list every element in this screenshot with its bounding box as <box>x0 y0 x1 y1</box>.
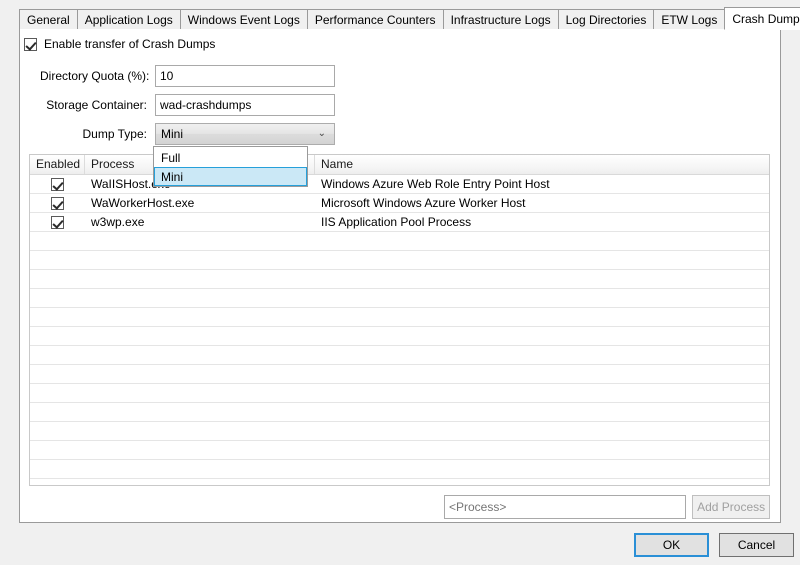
table-row-empty <box>30 251 769 270</box>
table-row-empty <box>30 327 769 346</box>
row-process-cell: w3wp.exe <box>85 213 315 231</box>
process-list-view[interactable]: EnabledProcessName WaIISHost.exeWindows … <box>29 154 770 486</box>
row-name-cell: Windows Azure Web Role Entry Point Host <box>315 175 769 193</box>
column-header-enabled[interactable]: Enabled <box>30 155 85 174</box>
process-name-input[interactable] <box>444 495 686 519</box>
tab-performance-counters[interactable]: Performance Counters <box>307 9 444 29</box>
table-row[interactable]: w3wp.exeIIS Application Pool Process <box>30 213 769 232</box>
tab-application-logs[interactable]: Application Logs <box>77 9 181 29</box>
table-row-empty <box>30 441 769 460</box>
tab-windows-event-logs[interactable]: Windows Event Logs <box>180 9 308 29</box>
process-table-body: WaIISHost.exeWindows Azure Web Role Entr… <box>30 175 769 486</box>
directory-quota-input[interactable] <box>155 65 335 87</box>
row-enabled-cell <box>30 175 85 193</box>
table-row-empty <box>30 270 769 289</box>
table-row-empty <box>30 232 769 251</box>
row-enabled-checkbox[interactable] <box>51 216 64 229</box>
row-process-cell: WaWorkerHost.exe <box>85 194 315 212</box>
dump-type-label: Dump Type: <box>40 127 155 141</box>
tab-log-directories[interactable]: Log Directories <box>558 9 655 29</box>
dump-type-combobox[interactable]: Mini ⌄ <box>155 123 335 145</box>
dump-type-row: Dump Type: Mini ⌄ <box>40 123 335 145</box>
dropdown-option-mini[interactable]: Mini <box>154 167 307 186</box>
dialog-button-bar: OK Cancel <box>634 533 800 557</box>
tab-panel-crash-dumps: Enable transfer of Crash Dumps Directory… <box>19 28 781 523</box>
directory-quota-label: Directory Quota (%): <box>40 69 155 83</box>
dropdown-option-full[interactable]: Full <box>154 148 307 167</box>
table-row-empty <box>30 460 769 479</box>
table-row-empty <box>30 308 769 327</box>
storage-container-row: Storage Container: <box>40 94 335 116</box>
table-row-empty <box>30 403 769 422</box>
tab-general[interactable]: General <box>19 9 78 29</box>
table-row-empty <box>30 422 769 441</box>
tab-strip: GeneralApplication LogsWindows Event Log… <box>19 6 781 29</box>
enable-crash-dumps-label: Enable transfer of Crash Dumps <box>44 37 215 51</box>
storage-container-input[interactable] <box>155 94 335 116</box>
table-row-empty <box>30 346 769 365</box>
tab-infrastructure-logs[interactable]: Infrastructure Logs <box>443 9 559 29</box>
process-table-header: EnabledProcessName <box>30 155 769 175</box>
enable-crash-dumps-row[interactable]: Enable transfer of Crash Dumps <box>24 37 215 51</box>
dump-type-dropdown-list[interactable]: FullMini <box>153 146 308 187</box>
dump-type-value: Mini <box>161 127 183 141</box>
row-enabled-cell <box>30 213 85 231</box>
row-enabled-checkbox[interactable] <box>51 178 64 191</box>
add-process-button[interactable]: Add Process <box>692 495 770 519</box>
tab-etw-logs[interactable]: ETW Logs <box>653 9 725 29</box>
chevron-down-icon: ⌄ <box>318 124 326 146</box>
table-row-empty <box>30 479 769 486</box>
enable-crash-dumps-checkbox[interactable] <box>24 38 37 51</box>
table-row-empty <box>30 365 769 384</box>
directory-quota-row: Directory Quota (%): <box>40 65 335 87</box>
tab-crash-dumps[interactable]: Crash Dumps <box>724 7 800 30</box>
storage-container-label: Storage Container: <box>40 98 155 112</box>
ok-button[interactable]: OK <box>634 533 709 557</box>
table-row[interactable]: WaIISHost.exeWindows Azure Web Role Entr… <box>30 175 769 194</box>
row-name-cell: IIS Application Pool Process <box>315 213 769 231</box>
row-enabled-checkbox[interactable] <box>51 197 64 210</box>
table-row-empty <box>30 384 769 403</box>
row-name-cell: Microsoft Windows Azure Worker Host <box>315 194 769 212</box>
cancel-button[interactable]: Cancel <box>719 533 794 557</box>
row-enabled-cell <box>30 194 85 212</box>
column-header-name[interactable]: Name <box>315 155 769 174</box>
table-row-empty <box>30 289 769 308</box>
add-process-row: Add Process <box>444 495 770 519</box>
table-row[interactable]: WaWorkerHost.exeMicrosoft Windows Azure … <box>30 194 769 213</box>
